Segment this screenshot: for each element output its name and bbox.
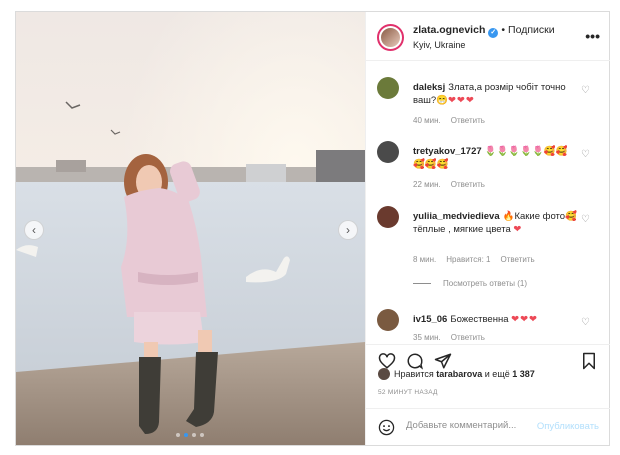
photo-illustration: [16, 12, 365, 445]
post-sidebar: zlata.ognevich ✓ • Подписки Kyiv, Ukraine •…: [365, 12, 610, 445]
post-header: zlata.ognevich ✓ • Подписки Kyiv, Ukraine •…: [366, 12, 610, 61]
like-comment-heart-icon[interactable]: ♡: [581, 85, 590, 96]
like-comment-heart-icon[interactable]: ♡: [581, 317, 590, 328]
post-time-ago[interactable]: 52 МИНУТ НАЗАД: [378, 389, 438, 396]
reply-button[interactable]: Ответить: [451, 333, 485, 342]
emoji-icon[interactable]: [378, 419, 395, 436]
comment-text-block: yuliia_medviedieva 🔥Какие фото🥰тёплые , м…: [413, 210, 577, 236]
view-replies-button[interactable]: Посмотреть ответы (1): [413, 279, 527, 288]
page: ‹ › zlata.ognevich ✓ • Подписки Kyiv, Ukrai…: [0, 0, 620, 455]
carousel-dot: [176, 433, 180, 437]
reply-button[interactable]: Ответить: [451, 180, 485, 189]
comment-time[interactable]: 8 мин.: [413, 255, 436, 264]
replies-line: [413, 283, 431, 285]
like-comment-heart-icon[interactable]: ♡: [581, 149, 590, 160]
author-avatar[interactable]: [377, 24, 404, 51]
bookmark-icon[interactable]: [580, 352, 598, 370]
like-comment-heart-icon[interactable]: ♡: [581, 214, 590, 225]
carousel-dot: [192, 433, 196, 437]
comment-meta: 22 мин. Ответить: [413, 180, 495, 189]
commenter-avatar[interactable]: [377, 77, 399, 99]
commenter-username[interactable]: daleksj: [413, 82, 445, 93]
comment-text-block: iv15_06 Божественна ❤❤❤: [413, 313, 577, 326]
previous-photo-button[interactable]: ‹: [24, 220, 44, 240]
verified-badge-icon: ✓: [488, 28, 499, 38]
chevron-left-icon: ‹: [32, 223, 36, 237]
separator: •: [501, 24, 506, 36]
commenter-username[interactable]: tretyakov_1727: [413, 146, 482, 157]
comment-meta: 40 мин. Ответить: [413, 116, 495, 125]
add-comment-bar: Опубликовать: [366, 408, 610, 445]
comment-time[interactable]: 35 мин.: [413, 333, 441, 342]
reply-button[interactable]: Ответить: [451, 116, 485, 125]
publish-button[interactable]: Опубликовать: [537, 421, 599, 432]
comment-meta: 8 мин. Нравится: 1 Ответить: [413, 255, 545, 264]
chevron-right-icon: ›: [346, 223, 350, 237]
comment-hearts: ❤❤❤: [511, 314, 539, 325]
view-replies-label: Посмотреть ответы (1): [443, 279, 528, 288]
likes-middle: и ещё: [484, 369, 510, 379]
comment-time[interactable]: 22 мин.: [413, 180, 441, 189]
comment-hearts: ❤❤❤: [447, 95, 475, 106]
following-button[interactable]: Подписки: [508, 24, 555, 36]
more-options-icon[interactable]: •••: [585, 28, 600, 44]
post-photo[interactable]: ‹ ›: [16, 12, 365, 445]
comments-list: daleksj Злата,а розмір чобіт точно ваш?😁❤…: [366, 61, 610, 344]
carousel-dots: [176, 433, 204, 437]
likes-summary: Нравится tarabarova и ещё 1 387: [378, 368, 535, 380]
comment-time[interactable]: 40 мин.: [413, 116, 441, 125]
comment-text: Божественна: [450, 314, 509, 325]
comment-meta: 35 мин. Ответить: [413, 333, 495, 342]
post-location[interactable]: Kyiv, Ukraine: [413, 40, 465, 50]
likes-prefix: Нравится: [394, 369, 434, 379]
commenter-avatar[interactable]: [377, 141, 399, 163]
instagram-post: ‹ › zlata.ognevich ✓ • Подписки Kyiv, Ukrai…: [15, 11, 610, 446]
next-photo-button[interactable]: ›: [338, 220, 358, 240]
comment-text-block: tretyakov_1727 🌷🌷🌷🌷🌷🥰🥰🥰🥰🥰: [413, 145, 577, 171]
comment-input[interactable]: [406, 420, 536, 431]
liker-avatar[interactable]: [378, 368, 390, 380]
carousel-dot: [200, 433, 204, 437]
liker-username[interactable]: tarabarova: [436, 369, 482, 379]
comment-text-block: daleksj Злата,а розмір чобіт точно ваш?😁❤…: [413, 81, 577, 107]
carousel-dot-active: [184, 433, 188, 437]
commenter-avatar[interactable]: [377, 309, 399, 331]
author-line: zlata.ognevich ✓ • Подписки: [413, 24, 555, 38]
comment-hearts: ❤: [513, 224, 523, 235]
commenter-avatar[interactable]: [377, 206, 399, 228]
commenter-username[interactable]: yuliia_medviedieva: [413, 211, 500, 222]
author-username[interactable]: zlata.ognevich: [413, 24, 485, 36]
commenter-username[interactable]: iv15_06: [413, 314, 447, 325]
reply-button[interactable]: Ответить: [500, 255, 534, 264]
comment-likes[interactable]: Нравится: 1: [446, 255, 490, 264]
likes-count[interactable]: 1 387: [512, 369, 535, 379]
